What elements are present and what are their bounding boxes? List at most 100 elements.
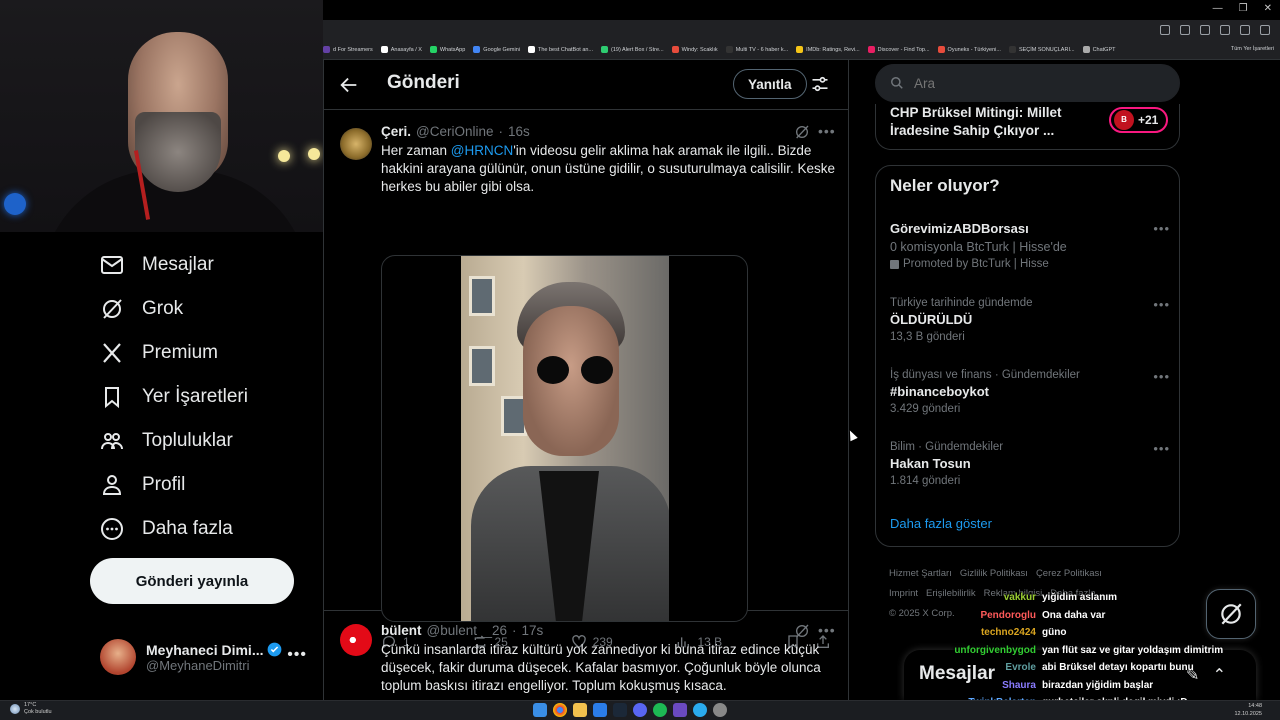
chat-text: yan flüt saz ve gitar yoldaşım dimitrim <box>1042 644 1224 656</box>
bookmark-item[interactable]: (19) Alert Box / Stre... <box>601 46 664 53</box>
chat-username: Pendoroglu <box>980 609 1036 621</box>
bookmark-favicon-icon <box>796 46 804 53</box>
spotify-icon[interactable] <box>653 703 667 717</box>
bookmark-item[interactable]: Google Gemini <box>473 46 520 53</box>
store-icon[interactable] <box>593 703 607 717</box>
chat-username: unforgivenbygod <box>954 644 1036 656</box>
tweet-time[interactable]: 16s <box>508 124 530 139</box>
bookmark-favicon-icon <box>671 46 679 53</box>
grok-icon[interactable] <box>794 124 810 140</box>
bookmark-item[interactable]: Multi TV - 6 haber k... <box>725 46 788 53</box>
sidebar-item-messages[interactable]: Mesajlar <box>100 247 214 283</box>
bookmark-item[interactable]: Discover - Find Top... <box>867 46 930 53</box>
tweet[interactable]: Çeri. @CeriOnline · 16s ••• Her zaman @H… <box>324 111 848 650</box>
bookmark-item[interactable]: IMDb: Ratings, Revi... <box>796 46 860 53</box>
all-bookmarks-folder[interactable]: Tüm Yer İşaretleri <box>1231 46 1274 52</box>
more-dots-icon[interactable]: ••• <box>1153 441 1170 456</box>
star-icon[interactable] <box>1200 25 1210 35</box>
sidebar-item-communities[interactable]: Topluluklar <box>100 423 233 459</box>
close-icon[interactable]: ✕ <box>1264 3 1272 14</box>
mention-link[interactable]: @HRNCN <box>451 143 513 158</box>
live-event-title[interactable]: CHP Brüksel Mitingi: Millet İradesine Sa… <box>890 104 1090 140</box>
tweet-author-handle[interactable]: @CeriOnline <box>416 124 493 139</box>
system-clock[interactable]: 14:48 12.10.2025 <box>1234 702 1262 718</box>
profile-handle: @MeyhaneDimitri <box>146 657 250 673</box>
trend-item[interactable]: GörevimizABDBorsası 0 komisyonla BtcTurk… <box>890 221 1170 270</box>
live-event-card[interactable]: CHP Brüksel Mitingi: Millet İradesine Sa… <box>875 104 1180 150</box>
telegram-icon[interactable] <box>693 703 707 717</box>
account-switcher[interactable]: Meyhaneci Dimi... @MeyhaneDimitri ••• <box>100 632 315 682</box>
filter-icon[interactable] <box>810 74 830 94</box>
bookmark-item[interactable]: Anasayfa / X <box>380 46 422 53</box>
more-dots-icon[interactable]: ••• <box>1153 221 1170 236</box>
communities-icon <box>101 433 123 450</box>
bookmark-item[interactable]: The best ChatBot an... <box>527 46 593 53</box>
trend-item[interactable]: Bilim · Gündemdekiler Hakan Tosun 1.814 … <box>890 441 1170 487</box>
bookmarks-bar: d For Streamers Anasayfa / X WhatsApp Googl… <box>323 40 1280 60</box>
sidebar-item-more[interactable]: Daha fazla <box>100 511 233 547</box>
taskbar: 17°C Çok bulutlu 14:48 12.10.2025 <box>0 700 1280 720</box>
tweet-time[interactable]: 17s <box>522 623 544 638</box>
reply-button[interactable]: Yanıtla <box>733 69 807 99</box>
chat-message: Shaura birazdan yiğidim başlar <box>950 680 1153 691</box>
footer-link[interactable]: Hizmet Şartları <box>889 568 952 579</box>
search-input[interactable] <box>914 75 1154 91</box>
sidebar-item-grok[interactable]: Grok <box>100 291 183 327</box>
more-dots-icon[interactable]: ••• <box>1153 369 1170 384</box>
avatar[interactable] <box>340 624 372 656</box>
more-dots-icon[interactable]: ••• <box>818 123 836 139</box>
sidebar-item-premium[interactable]: Premium <box>100 335 218 371</box>
steam-icon[interactable] <box>613 703 627 717</box>
sidebar-item-profile[interactable]: Profil <box>100 467 185 503</box>
chat-username: Evrole <box>1005 662 1036 673</box>
weather-widget[interactable]: 17°C Çok bulutlu <box>10 702 52 716</box>
bookmark-item[interactable]: WhatsApp <box>429 46 465 53</box>
show-more-link[interactable]: Daha fazla göster <box>890 516 992 531</box>
chrome-icon[interactable] <box>553 703 567 717</box>
tweet[interactable]: bülent @bulent__26 · 17s ••• Çünkü insan… <box>324 612 848 700</box>
post-button[interactable]: Gönderi yayınla <box>90 558 294 604</box>
discord-icon[interactable] <box>633 703 647 717</box>
tweet-text: Çünkü insanlarda itiraz kültürü yok zann… <box>381 642 821 693</box>
obs-icon[interactable] <box>673 703 687 717</box>
footer-link[interactable]: Gizlilik Politikası <box>960 568 1028 579</box>
main-column: Gönderi Yanıtla Çeri. @CeriOnline · 16s … <box>323 60 849 700</box>
bookmark-icon <box>105 387 119 409</box>
extensions-icon[interactable] <box>1220 25 1230 35</box>
footer-link[interactable]: Çerez Politikası <box>1036 568 1102 579</box>
start-icon[interactable] <box>533 703 547 717</box>
cast-icon[interactable] <box>1160 25 1170 35</box>
footer-link[interactable]: Imprint <box>889 588 918 599</box>
mail-icon <box>101 256 123 274</box>
tweet-author-name[interactable]: bülent <box>381 623 422 638</box>
back-arrow-icon[interactable] <box>338 74 360 96</box>
bookmark-item[interactable]: d For Streamers <box>323 46 373 53</box>
sidebar-item-bookmarks[interactable]: Yer İşaretleri <box>100 379 248 415</box>
minimize-icon[interactable]: — <box>1213 3 1223 14</box>
bookmark-item[interactable]: Windy: Scaklık <box>671 46 718 53</box>
more-circle-icon <box>101 518 123 540</box>
avatar[interactable] <box>340 128 372 160</box>
maximize-icon[interactable]: ❐ <box>1239 3 1248 14</box>
search-bar[interactable] <box>875 64 1180 102</box>
more-dots-icon[interactable]: ••• <box>818 622 836 638</box>
grok-icon[interactable] <box>794 623 810 639</box>
more-dots-icon[interactable]: ••• <box>1153 297 1170 312</box>
bookmark-favicon-icon <box>429 46 437 53</box>
trend-item[interactable]: Türkiye tarihinde gündemde ÖLDÜRÜLDÜ 13,… <box>890 297 1170 343</box>
bookmark-item[interactable]: SEÇİM SONUÇLARI... <box>1008 46 1075 53</box>
more-dots-icon[interactable]: ••• <box>287 646 307 664</box>
bookmark-item[interactable]: Oyuneks - Türkiyeni... <box>937 46 1001 53</box>
kebab-menu-icon[interactable] <box>1260 25 1270 35</box>
zoom-icon[interactable] <box>1180 25 1190 35</box>
file-explorer-icon[interactable] <box>573 703 587 717</box>
tweet-author-handle[interactable]: @bulent__26 <box>427 623 508 638</box>
settings-icon[interactable] <box>713 703 727 717</box>
tweet-video[interactable] <box>381 255 748 622</box>
live-participants-badge[interactable]: B +21 <box>1109 107 1169 133</box>
tweet-author-name[interactable]: Çeri. <box>381 124 411 139</box>
bookmark-item[interactable]: ChatGPT <box>1082 46 1116 53</box>
chat-message: vakkur yiğidim aslanım <box>950 592 1117 603</box>
trend-item[interactable]: İş dünyası ve finans · Gündemdekiler #bi… <box>890 369 1170 415</box>
profile-menu-icon[interactable] <box>1240 25 1250 35</box>
